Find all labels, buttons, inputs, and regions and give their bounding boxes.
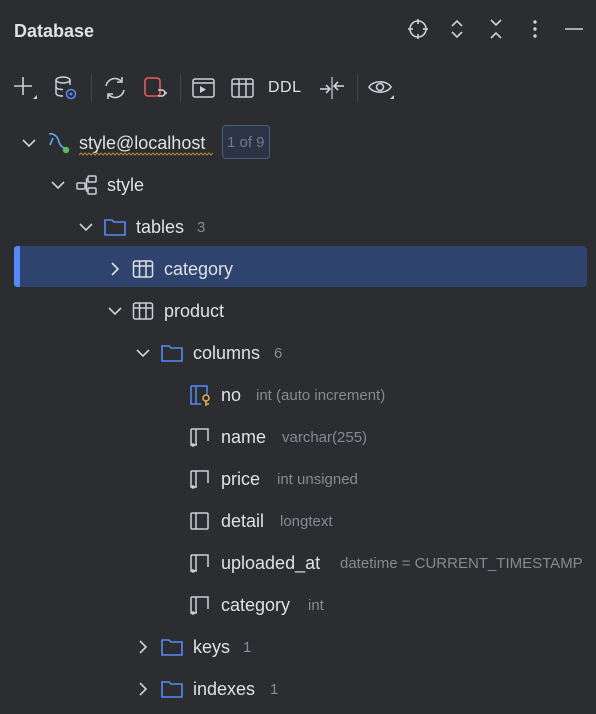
column-name: name: [221, 426, 267, 447]
compare-icon: [320, 77, 344, 99]
columns-count: 6: [274, 344, 283, 362]
add-icon: [14, 77, 37, 99]
product-table-label: product: [164, 300, 225, 321]
folder-icon: [103, 206, 127, 248]
column-type: longtext: [280, 512, 333, 530]
column-row[interactable]: uploaded_at datetime = CURRENT_TIMESTAMP: [0, 542, 596, 584]
column-icon: [188, 500, 212, 542]
connection-badge[interactable]: 1 of 9: [222, 125, 270, 159]
column-type: int unsigned: [277, 470, 358, 488]
table-icon: [132, 290, 154, 332]
chevron-right-icon[interactable]: [134, 668, 152, 710]
column-name: category: [221, 594, 291, 615]
refresh-button[interactable]: [100, 72, 130, 104]
more-button[interactable]: [522, 16, 548, 42]
locate-icon: [408, 19, 428, 39]
column-name: uploaded_at: [221, 552, 321, 573]
column-row[interactable]: price int unsigned: [0, 458, 596, 500]
table-icon: [132, 248, 154, 290]
tables-count: 3: [197, 218, 206, 236]
locate-button[interactable]: [405, 16, 431, 42]
table-view-button[interactable]: [228, 72, 258, 104]
query-console-icon: [192, 78, 215, 98]
schema-icon: [75, 164, 99, 206]
query-console-button[interactable]: [189, 72, 219, 104]
tree-row-product-table[interactable]: product: [0, 290, 596, 332]
view-options-button[interactable]: [366, 72, 396, 104]
data-source-properties-icon: [55, 76, 77, 100]
expand-all-icon: [451, 19, 463, 39]
connection-label: style@localhost: [79, 132, 206, 153]
keys-count: 1: [243, 638, 252, 656]
chevron-right-icon[interactable]: [106, 248, 124, 290]
disconnect-button[interactable]: [140, 72, 170, 104]
expand-all-button[interactable]: [444, 16, 470, 42]
column-type: int (auto increment): [256, 386, 386, 404]
chevron-down-icon[interactable]: [49, 164, 67, 206]
column-name: detail: [221, 510, 265, 531]
chevron-right-icon[interactable]: [134, 626, 152, 668]
collapse-all-button[interactable]: [483, 16, 509, 42]
compare-button[interactable]: [317, 72, 347, 104]
column-row[interactable]: detail longtext: [0, 500, 596, 542]
tree-row-tables[interactable]: tables 3: [0, 206, 596, 248]
tree-row-connection[interactable]: style@localhost 1 of 9: [0, 122, 596, 164]
view-options-icon: [368, 80, 394, 99]
toolbar-separator: [180, 74, 181, 102]
toolbar-separator: [357, 74, 358, 102]
minimize-button[interactable]: [561, 16, 587, 42]
column-type: int: [308, 596, 324, 614]
column-row[interactable]: category int: [0, 584, 596, 626]
keys-label: keys: [193, 636, 231, 657]
tree-row-indexes[interactable]: indexes 1: [0, 668, 596, 710]
add-button[interactable]: [10, 72, 40, 104]
disconnect-icon: [144, 77, 167, 97]
column-type: datetime = CURRENT_TIMESTAMP: [340, 554, 583, 572]
panel-header: Database: [0, 0, 596, 62]
tree-row-category-table[interactable]: category: [0, 248, 596, 290]
chevron-down-icon[interactable]: [77, 206, 95, 248]
column-icon: [188, 542, 212, 584]
minimize-icon: [565, 28, 583, 30]
chevron-down-icon[interactable]: [134, 332, 152, 374]
folder-icon: [160, 332, 184, 374]
more-icon: [533, 20, 537, 38]
panel-title: Database: [14, 21, 95, 41]
toolbar-separator: [91, 74, 92, 102]
ddl-button[interactable]: DDL: [268, 72, 302, 104]
column-name: price: [221, 468, 261, 489]
folder-icon: [160, 626, 184, 668]
spellcheck-underline: [79, 152, 213, 156]
tree-row-columns[interactable]: columns 6: [0, 332, 596, 374]
column-icon: [188, 458, 212, 500]
column-icon: [188, 584, 212, 626]
column-icon: [188, 416, 212, 458]
columns-label: columns: [193, 342, 261, 363]
column-type: varchar(255): [282, 428, 368, 446]
chevron-down-icon[interactable]: [20, 122, 38, 164]
table-view-icon: [231, 78, 254, 98]
tree-row-keys[interactable]: keys 1: [0, 626, 596, 668]
tree-row-schema[interactable]: style: [0, 164, 596, 206]
column-name: no: [221, 384, 242, 405]
refresh-icon: [105, 77, 125, 99]
schema-label: style: [107, 174, 145, 195]
indexes-label: indexes: [193, 678, 256, 699]
data-source-properties-button[interactable]: [51, 72, 81, 104]
category-table-label: category: [164, 258, 234, 279]
folder-icon: [160, 668, 184, 710]
column-row[interactable]: no int (auto increment): [0, 374, 596, 416]
mysql-icon: [46, 122, 72, 164]
toolbar: DDL: [0, 68, 596, 108]
ddl-label: DDL: [268, 79, 302, 96]
chevron-down-icon[interactable]: [106, 290, 124, 332]
tables-label: tables: [136, 216, 185, 237]
collapse-all-icon: [490, 19, 502, 39]
column-row[interactable]: name varchar(255): [0, 416, 596, 458]
primary-key-column-icon: [188, 374, 214, 416]
indexes-count: 1: [270, 680, 279, 698]
